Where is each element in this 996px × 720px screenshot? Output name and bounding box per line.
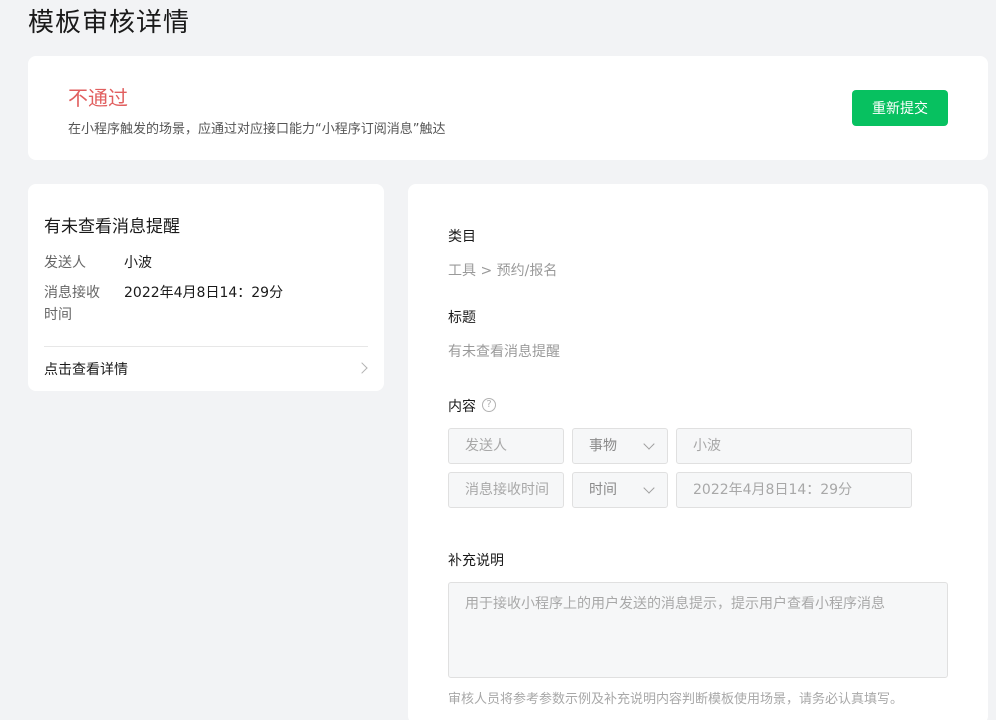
category-label: 类目 xyxy=(448,229,476,245)
field-name-input[interactable]: 消息接收时间 xyxy=(448,472,564,508)
time-value: 2022年4月8日14：29分 xyxy=(124,285,284,301)
chevron-down-icon xyxy=(643,482,655,494)
sender-label: 发送人 xyxy=(44,255,86,271)
note-label: 补充说明 xyxy=(448,553,504,569)
note-textarea[interactable]: 用于接收小程序上的用户发送的消息提示，提示用户查看小程序消息 xyxy=(448,582,948,678)
field-type-value: 事物 xyxy=(589,438,617,454)
status-text: 不通过 xyxy=(68,86,128,110)
sender-value: 小波 xyxy=(124,255,152,271)
view-detail-link[interactable]: 点击查看详情 xyxy=(44,359,128,379)
status-description: 在小程序触发的场景，应通过对应接口能力“小程序订阅消息”触达 xyxy=(68,122,446,137)
title-label: 标题 xyxy=(448,310,476,326)
message-preview-card: 有未查看消息提醒 发送人 小波 消息接收时间 2022年4月8日14：29分 点… xyxy=(28,184,384,391)
field-example-input[interactable]: 小波 xyxy=(676,428,912,464)
chevron-down-icon xyxy=(643,438,655,450)
preview-title: 有未查看消息提醒 xyxy=(44,217,180,237)
resubmit-button[interactable]: 重新提交 xyxy=(852,90,948,126)
question-circle-icon[interactable]: ? xyxy=(482,398,496,412)
chevron-right-icon[interactable] xyxy=(356,362,368,374)
field-type-select[interactable]: 时间 xyxy=(572,472,668,508)
content-label: 内容 xyxy=(448,399,476,415)
category-value: 工具 > 预约/报名 xyxy=(448,263,558,279)
field-name-input[interactable]: 发送人 xyxy=(448,428,564,464)
field-type-select[interactable]: 事物 xyxy=(572,428,668,464)
time-label: 消息接收时间 xyxy=(44,285,100,323)
note-hint: 审核人员将参考参数示例及补充说明内容判断模板使用场景，请务必认真填写。 xyxy=(448,692,904,707)
status-card: 不通过 在小程序触发的场景，应通过对应接口能力“小程序订阅消息”触达 重新提交 xyxy=(28,56,988,160)
title-value: 有未查看消息提醒 xyxy=(448,344,560,360)
field-example-input[interactable]: 2022年4月8日14：29分 xyxy=(676,472,912,508)
template-form-card: 类目 工具 > 预约/报名 标题 有未查看消息提醒 内容 ? 发送人 事物 小波… xyxy=(408,184,988,720)
preview-divider xyxy=(44,346,368,347)
page-title: 模板审核详情 xyxy=(28,8,191,38)
field-type-value: 时间 xyxy=(589,482,617,498)
